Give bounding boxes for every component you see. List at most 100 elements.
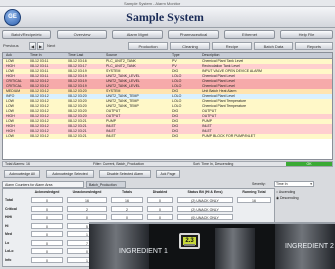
ingredient-2-label: INGREDIENT 2 <box>285 243 334 250</box>
summary-cell-name: HiHi <box>5 215 12 219</box>
summary-row: Critical 0 2 2 0 (2) UNACK ONLY <box>3 205 274 213</box>
summary-cell-total: 0 <box>111 214 143 220</box>
nav-batch[interactable]: Batch/Recipe/etc <box>2 30 51 39</box>
table-row[interactable]: LOW 08-12 03:12 08-12 03:21 INLET DIG PUMP BL… <box>3 134 332 139</box>
chevron-down-icon: ▾ <box>310 182 312 186</box>
summary-cell-status: (2) UNACK ONLY <box>177 205 233 212</box>
cell-source: INLET <box>106 134 116 138</box>
summary-row: Total 0 16 16 0 (2) UNACK ONLY 16 <box>3 197 274 204</box>
summary-cell-total: 2 <box>111 205 143 212</box>
summary-col-disabled: Disabled <box>152 190 168 194</box>
summary-cell-unack: 16 <box>67 197 107 203</box>
previous-link[interactable]: Previous <box>3 42 25 50</box>
cell-type: DIG <box>172 134 179 138</box>
app-title: Sample System <box>126 10 204 24</box>
descending-label: Descending <box>280 196 299 200</box>
summary-col-blank <box>3 189 29 195</box>
summary-col-unack: Unacknowledged <box>72 190 102 194</box>
machine-left <box>89 224 149 269</box>
sort-select-value: Time In <box>276 182 288 186</box>
ascending-label: Ascending <box>278 190 296 194</box>
summary-cell-status: (0) UNACK ONLY <box>177 214 233 220</box>
ack-toolbar: Acknowledge All Acknowledge Selected Dis… <box>2 169 333 179</box>
nav-alarm-mgmt[interactable]: Alarm Mgmt <box>112 30 163 39</box>
alarm-grid-body: LOW 08-12 03:11 08-12 03:16 PLC_UNIT2_TANK P… <box>3 59 332 139</box>
alarm-statusbar: Total Alarms: 16 Filter: Current, Batch_… <box>2 161 333 167</box>
col-ack[interactable]: Ack <box>6 53 30 58</box>
summary-col-ack: Acknowledged <box>34 190 60 194</box>
summary-cell-ack: 0 <box>31 214 63 220</box>
ingredient-1-label: INGREDIENT 1 <box>119 248 168 255</box>
summary-cell-ack: 0 <box>31 248 63 254</box>
severity-label: Severity: <box>252 182 266 186</box>
col-type[interactable]: Type <box>172 53 202 58</box>
sort-select[interactable]: Time In ▾ <box>274 181 314 187</box>
status-total: Total Alarms: 16 <box>5 162 30 166</box>
summary-cell-name: Hi <box>5 223 9 228</box>
summary-cell-ack: 0 <box>31 197 63 203</box>
summary-cell-name: Critical <box>5 206 17 211</box>
main-nav: Batch/Recipe/etc Overview Alarm Mgmt Pha… <box>0 30 335 40</box>
sub-nav: Previous ◀ ▶ Next Production Cleaning Re… <box>0 42 335 51</box>
tab-production[interactable]: Production <box>128 42 168 50</box>
ack-page-button[interactable]: Ack Page <box>156 170 180 178</box>
summary-cell-ack: 0 <box>31 256 63 263</box>
window-title: Sample System - Alarm Monitor <box>124 1 181 6</box>
col-description[interactable]: Description <box>202 53 332 58</box>
status-ok-badge: OK <box>286 162 332 166</box>
weight-display: 2.3 <box>179 233 200 249</box>
summary-cell-unack: 0 <box>67 214 107 220</box>
col-time-in[interactable]: Time In <box>30 53 68 58</box>
machine-center <box>215 228 255 269</box>
status-filter: Filter: Current, Batch_Production <box>93 162 144 166</box>
tab-recipe[interactable]: Recipe <box>212 42 252 50</box>
nav-pharmaceutical[interactable]: Pharmaceutical <box>168 30 219 39</box>
summary-col-totals: Totals <box>121 190 133 194</box>
summary-cell-ack: 0 <box>31 231 63 237</box>
summary-cell-total: 16 <box>111 197 143 203</box>
descending-radio[interactable]: ◉ Descending <box>276 196 299 200</box>
cell-ack: LOW <box>6 134 14 138</box>
back-arrow-icon[interactable]: ◀ <box>29 42 36 50</box>
summary-cell-status: (2) UNACK ONLY <box>177 197 233 203</box>
tab-reports[interactable]: Reports <box>295 42 333 50</box>
summary-title: Alarm Counters for Alarm Area <box>2 181 84 188</box>
ack-all-button[interactable]: Acknowledge All <box>4 170 40 178</box>
cell-description: PUMP BLOCK FOR PUMP/INLET <box>202 134 256 138</box>
display-base <box>184 244 195 246</box>
summary-cell-name: Lo <box>5 240 10 245</box>
ge-logo: GE <box>4 9 21 26</box>
summary-cell-ack: 0 <box>31 222 63 229</box>
tab-cleaning[interactable]: Cleaning <box>170 42 210 50</box>
col-time-last[interactable]: Time Last <box>68 53 106 58</box>
nav-help[interactable]: Help File <box>280 30 333 39</box>
summary-cell-name: Total <box>5 198 14 202</box>
app-header: GE Sample System <box>0 7 335 28</box>
forward-arrow-icon[interactable]: ▶ <box>37 42 44 50</box>
summary-cell-name: Info <box>5 257 12 262</box>
summary-cell-name: LoLo <box>5 249 14 253</box>
summary-cell-disabled: 0 <box>147 205 173 212</box>
ascending-radio[interactable]: ○ Ascending <box>276 190 295 194</box>
tab-batch-data[interactable]: Batch Data <box>254 42 293 50</box>
next-link[interactable]: Next <box>47 42 65 50</box>
window-titlebar: Sample System - Alarm Monitor <box>0 0 335 7</box>
cell-time-in: 08-12 03:12 <box>30 134 49 138</box>
nav-ethernet[interactable]: Ethernet <box>224 30 275 39</box>
summary-header-row: Acknowledged Unacknowledged Totals Disab… <box>3 189 274 196</box>
tab-area-batch-production[interactable]: Batch_Production <box>86 181 126 188</box>
summary-cell-unack: 2 <box>67 205 107 212</box>
ack-selected-button[interactable]: Acknowledge Selected <box>46 170 94 178</box>
summary-cell-disabled: 0 <box>147 214 173 220</box>
summary-cell-disabled: 0 <box>147 197 173 203</box>
col-source[interactable]: Source <box>106 53 172 58</box>
summary-row: HiHi 0 0 0 0 (0) UNACK ONLY <box>3 214 274 221</box>
summary-cell-name: Med <box>5 232 12 236</box>
summary-cell-ack: 0 <box>31 239 63 246</box>
status-sort: Sort: Time In, Descending <box>193 162 234 166</box>
disable-alarm-button[interactable]: Disable Selected Alarm <box>99 170 151 178</box>
alarm-grid[interactable]: Ack Time In Time Last Source Type Descri… <box>2 52 333 160</box>
nav-overview[interactable]: Overview <box>57 30 107 39</box>
camera-feed: INGREDIENT 1 2.3 INGREDIENT 2 <box>89 222 335 269</box>
cell-time-last: 08-12 03:21 <box>68 134 87 138</box>
